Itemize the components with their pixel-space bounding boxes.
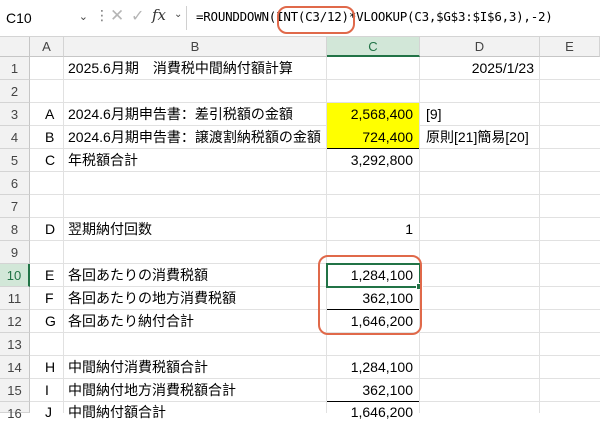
insert-function-icon[interactable]: fx [152, 6, 166, 24]
formula-bar: C10 ⌄ ⋮ ✕ ✓ fx ⌄ =ROUNDDOWN(INT(C3/12)*V… [0, 0, 600, 37]
cell-c5[interactable]: 3,292,800 [327, 149, 419, 172]
cell-b14[interactable]: 中間納付消費税額合計 [68, 356, 208, 379]
select-all-corner[interactable] [0, 37, 30, 57]
cell-b8[interactable]: 翌期納付回数 [68, 218, 152, 241]
column-header-b[interactable]: B [64, 37, 327, 57]
cell-b4[interactable]: 2024.6月期申告書：譲渡割納税額の金額 [68, 126, 321, 149]
cell-b16[interactable]: 中間納付額合計 [68, 401, 166, 420]
cell-b11[interactable]: 各回あたりの地方消費税額 [68, 287, 236, 310]
formula-prefix: =ROUNDDOWN( [196, 9, 277, 24]
gridline [30, 194, 600, 195]
column-header-e[interactable]: E [540, 37, 600, 57]
row-header-16[interactable]: 16 [0, 402, 30, 421]
row-header-13[interactable]: 13 [0, 333, 30, 356]
formula-suffix: *VLOOKUP(C3,$G$3:$I$6,3),-2) [348, 9, 553, 24]
row-header-7[interactable]: 7 [0, 195, 30, 218]
row-header-1[interactable]: 1 [0, 57, 30, 80]
row-header-3[interactable]: 3 [0, 103, 30, 126]
cell-a12[interactable]: G [45, 310, 56, 333]
cell-a3[interactable]: A [45, 103, 54, 126]
row-header-2[interactable]: 2 [0, 80, 30, 103]
gridline [419, 57, 420, 413]
cell-a10[interactable]: E [45, 264, 54, 287]
cell-b1[interactable]: 2025.6月期 消費税中間納付額計算 [68, 57, 293, 80]
row-header-14[interactable]: 14 [0, 356, 30, 379]
column-header-a[interactable]: A [30, 37, 64, 57]
cell-d4[interactable]: 原則[21]簡易[20] [426, 126, 529, 149]
row-header-11[interactable]: 11 [0, 287, 30, 310]
check-icon[interactable]: ✓ [131, 6, 144, 26]
cell-c8[interactable]: 1 [327, 218, 419, 241]
annotation-circle-formula [277, 6, 355, 34]
name-box-value: C10 [6, 10, 32, 26]
row-header-5[interactable]: 5 [0, 149, 30, 172]
cell-d3[interactable]: [9] [426, 103, 442, 126]
cell-b10[interactable]: 各回あたりの消費税額 [68, 264, 208, 287]
cell-c3[interactable]: 2,568,400 [327, 103, 419, 126]
annotation-circle-range [318, 255, 422, 335]
cell-a14[interactable]: H [45, 356, 55, 379]
gridline [63, 57, 64, 413]
gridline [539, 57, 540, 413]
vertical-dots-icon: ⋮ [95, 7, 109, 23]
row-header-15[interactable]: 15 [0, 379, 30, 402]
cell-c16[interactable]: 1,646,200 [327, 401, 419, 420]
cancel-icon[interactable]: ✕ [110, 6, 124, 26]
cell-a11[interactable]: F [45, 287, 54, 310]
row-header-12[interactable]: 12 [0, 310, 30, 333]
spreadsheet-grid: A B C D E 1 2 3 4 5 6 7 8 9 10 11 12 13 … [0, 37, 600, 421]
divider [186, 6, 187, 30]
row-header-6[interactable]: 6 [0, 172, 30, 195]
row-header-9[interactable]: 9 [0, 241, 30, 264]
cell-b3[interactable]: 2024.6月期申告書：差引税額の金額 [68, 103, 293, 126]
cell-c15[interactable]: 362,100 [327, 379, 419, 402]
cell-b15[interactable]: 中間納付地方消費税額合計 [68, 379, 236, 402]
cell-d1[interactable]: 2025/1/23 [420, 57, 540, 80]
cell-b12[interactable]: 各回あたり納付合計 [68, 310, 194, 333]
name-box[interactable]: C10 ⌄ [4, 8, 90, 28]
cell-c14[interactable]: 1,284,100 [327, 356, 419, 379]
chevron-down-icon[interactable]: ⌄ [174, 9, 182, 20]
cell-a15[interactable]: I [45, 379, 49, 402]
cell-a4[interactable]: B [45, 126, 54, 149]
row-header-8[interactable]: 8 [0, 218, 30, 241]
chevron-down-icon[interactable]: ⌄ [79, 7, 88, 27]
cell-a8[interactable]: D [45, 218, 55, 241]
row-header-4[interactable]: 4 [0, 126, 30, 149]
row-header-10[interactable]: 10 [0, 264, 30, 287]
column-header-d[interactable]: D [420, 37, 540, 57]
column-header-c[interactable]: C [327, 37, 420, 57]
formula-input[interactable]: =ROUNDDOWN(INT(C3/12)*VLOOKUP(C3,$G$3:$I… [196, 9, 553, 24]
cell-a16[interactable]: J [45, 401, 52, 420]
cell-a5[interactable]: C [45, 149, 55, 172]
cell-c4[interactable]: 724,400 [327, 126, 419, 149]
cell-b5[interactable]: 年税額合計 [68, 149, 138, 172]
